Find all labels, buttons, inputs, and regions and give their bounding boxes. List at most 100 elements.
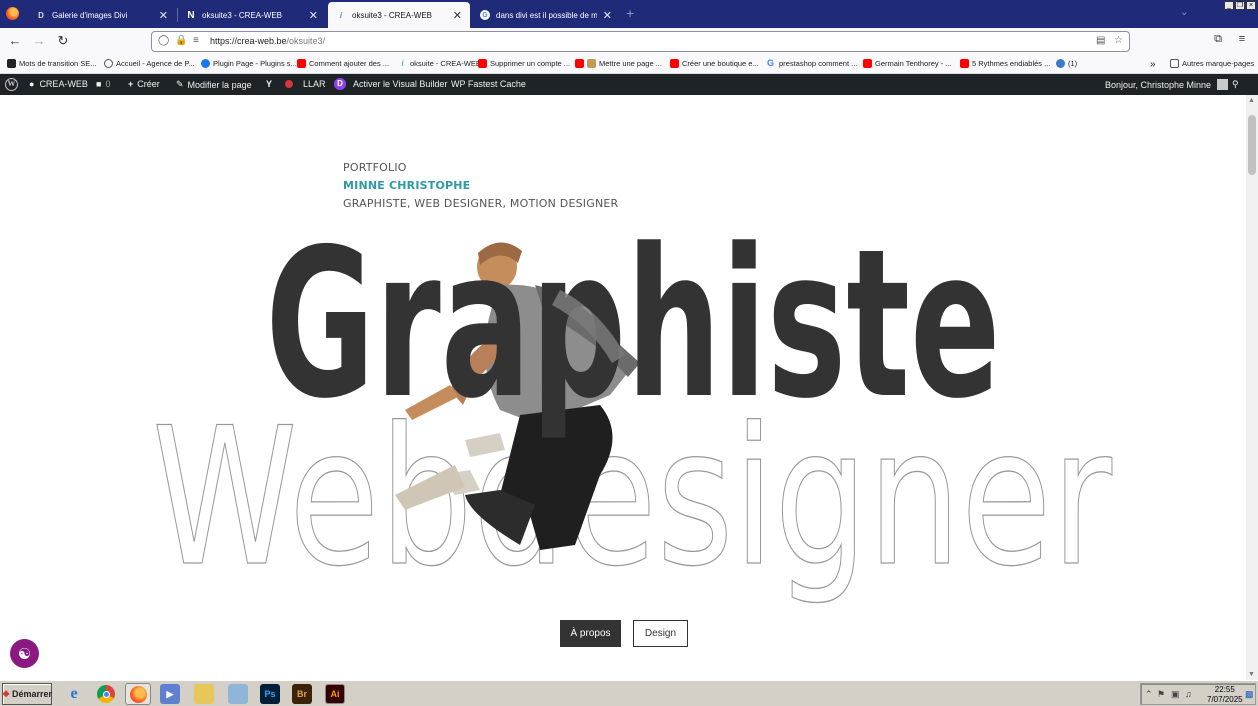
list-tabs-chevron-icon[interactable]: ⌄	[1180, 7, 1188, 18]
clock-date: 7/07/2025	[1207, 695, 1243, 704]
tab-title: oksuite3 - CREA-WEB	[202, 10, 283, 20]
bookmark-item[interactable]: Supprimer un compte ...	[478, 59, 570, 68]
scroll-up-icon[interactable]: ▲	[1248, 97, 1255, 104]
bookmark-label: oksuite - CREA-WEB	[410, 59, 481, 68]
close-tab-icon[interactable]: ✕	[603, 9, 612, 22]
visual-builder-link[interactable]: D Activer le Visual Builder	[334, 78, 447, 90]
desktop-notification-icon[interactable]: ▩	[1245, 689, 1254, 700]
reader-view-icon[interactable]: ▤	[1096, 35, 1105, 46]
bookmark-item[interactable]: Plugin Page - Plugins s...	[201, 59, 297, 68]
page-scrollbar[interactable]: ▲ ▼	[1246, 95, 1258, 680]
llar-link[interactable]: LLAR	[303, 79, 326, 89]
show-hidden-icons-icon[interactable]: ⌃	[1145, 689, 1153, 700]
bookmark-item[interactable]: Créer une boutique e...	[670, 59, 759, 68]
tab-galerie-divi[interactable]: D Galerie d'images Divi ✕	[28, 2, 176, 28]
bridge-icon[interactable]: Br	[292, 684, 312, 704]
close-tab-icon[interactable]: ✕	[453, 9, 462, 22]
bookmark-star-icon[interactable]: ☆	[1114, 35, 1123, 46]
messenger-icon	[1056, 59, 1065, 68]
about-button[interactable]: À propos	[560, 620, 621, 647]
tab-oksuite3-active[interactable]: i oksuite3 - CREA-WEB ✕	[328, 2, 470, 28]
bookmark-item[interactable]: Accueil - Agence de P...	[104, 59, 195, 68]
close-tab-icon[interactable]: ✕	[159, 9, 168, 22]
hero-word-solid: Graphiste	[266, 206, 1001, 444]
firefox-menu-icon[interactable]	[6, 7, 19, 20]
start-button[interactable]: ❖ Démarrer	[2, 683, 52, 705]
network-icon[interactable]: ▣	[1171, 689, 1180, 700]
clock[interactable]: 22:55 7/07/2025	[1207, 685, 1243, 705]
globe-icon	[104, 59, 113, 68]
hamburger-menu-icon[interactable]: ≡	[1233, 33, 1251, 45]
llar-label: LLAR	[303, 79, 326, 89]
explorer-icon[interactable]	[228, 684, 248, 704]
notion-favicon-icon: N	[187, 9, 195, 21]
tab-google-search[interactable]: G dans divi est il possible de mettre à …	[472, 2, 620, 28]
photoshop-icon[interactable]: Ps	[260, 684, 280, 704]
cache-link[interactable]: WP Fastest Cache	[451, 79, 526, 89]
scroll-down-icon[interactable]: ▼	[1248, 671, 1255, 678]
close-window-icon[interactable]: ×	[1246, 1, 1256, 10]
new-tab-icon[interactable]: +	[626, 5, 634, 21]
site-favicon-icon: i	[401, 58, 404, 68]
bookmark-item[interactable]: Comment ajouter des ...	[297, 59, 389, 68]
wordpress-logo-icon[interactable]: W	[5, 78, 18, 91]
navigation-toolbar: ← → ↻ ◯ 🔒 ≡ https://crea-web.be/oksuite3…	[0, 28, 1258, 55]
wp-admin-bar: W ● CREA-WEB ■ 0 + Créer ✎ Modifier la page …	[0, 74, 1258, 95]
design-button[interactable]: Design	[633, 620, 688, 647]
dashboard-icon: ●	[29, 79, 35, 89]
bookmark-label: 5 Rythmes endiablés ...	[972, 59, 1051, 68]
close-tab-icon[interactable]: ✕	[309, 9, 318, 22]
status-dot-icon	[285, 80, 293, 88]
facebook-icon	[201, 59, 210, 68]
forward-icon[interactable]: →	[30, 33, 48, 48]
clock-time: 22:55	[1214, 685, 1235, 694]
scrollbar-thumb[interactable]	[1248, 115, 1256, 175]
create-menu[interactable]: + Créer	[128, 79, 160, 89]
firefox-taskbar-icon[interactable]	[125, 683, 151, 705]
restore-icon[interactable]: ❐	[1235, 1, 1245, 10]
shield-icon[interactable]: ◯	[158, 35, 169, 46]
yoast-icon[interactable]: Y	[266, 79, 272, 89]
youtube-icon	[478, 59, 487, 68]
user-account-menu[interactable]: Bonjour, Christophe Minne	[1105, 79, 1229, 90]
tab-title: dans divi est il possible de mettre à	[496, 10, 597, 20]
more-bookmarks-chevron-icon[interactable]: »	[1150, 59, 1156, 70]
bookmark-item[interactable]: i oksuite - CREA-WEB	[398, 58, 481, 69]
create-label: Créer	[137, 79, 160, 89]
bookmark-item[interactable]: Mettre une page ...	[575, 59, 662, 68]
youtube-icon	[960, 59, 969, 68]
bookmark-item[interactable]: 5 Rythmes endiablés ...	[960, 59, 1050, 68]
bookmark-item[interactable]: (1)	[1056, 59, 1077, 68]
tab-title: Galerie d'images Divi	[52, 10, 128, 20]
comments-link[interactable]: ■ 0	[96, 79, 110, 89]
tab-oksuite3-1[interactable]: N oksuite3 - CREA-WEB ✕	[178, 2, 326, 28]
extensions-icon[interactable]: ⧉	[1209, 33, 1227, 46]
bookmark-item[interactable]: Mots de transition SE...	[7, 59, 97, 68]
lock-icon[interactable]: 🔒	[175, 35, 187, 46]
illustrator-icon[interactable]: Ai	[325, 684, 345, 704]
tab-title: oksuite3 - CREA-WEB	[352, 10, 433, 20]
flag-icon[interactable]: ⚑	[1157, 689, 1165, 700]
bookmark-label: Mots de transition SE...	[19, 59, 97, 68]
windows-logo-icon: ❖	[1, 688, 11, 699]
other-bookmarks[interactable]: Autres marque-pages	[1170, 59, 1254, 68]
reload-icon[interactable]: ↻	[54, 33, 72, 49]
chrome-icon[interactable]	[96, 684, 116, 704]
url-text[interactable]: https://crea-web.be/oksuite3/	[210, 36, 325, 46]
url-path: /oksuite3/	[286, 36, 326, 46]
volume-icon[interactable]: ♫	[1185, 689, 1192, 699]
bookmark-item[interactable]: Germain Tenthorey - ...	[863, 59, 952, 68]
back-icon[interactable]: ←	[6, 33, 24, 48]
media-player-icon[interactable]: ▶	[160, 684, 180, 704]
search-icon[interactable]: ⚲	[1232, 79, 1239, 90]
folder-icon[interactable]	[194, 684, 214, 704]
minimize-icon[interactable]: _	[1224, 1, 1234, 10]
edit-page-link[interactable]: ✎ Modifier la page	[176, 79, 252, 90]
permissions-icon[interactable]: ≡	[193, 35, 199, 46]
site-name-link[interactable]: ● CREA-WEB	[29, 79, 88, 89]
bookmark-item[interactable]: Gprestashop comment ...	[767, 59, 857, 69]
internet-explorer-icon[interactable]: e	[64, 684, 84, 704]
accessibility-widget-icon[interactable]: ☯	[10, 639, 39, 668]
plus-icon: +	[128, 79, 134, 89]
url-bar[interactable]: ◯ 🔒 ≡ https://crea-web.be/oksuite3/ ▤ ☆	[151, 31, 1130, 52]
